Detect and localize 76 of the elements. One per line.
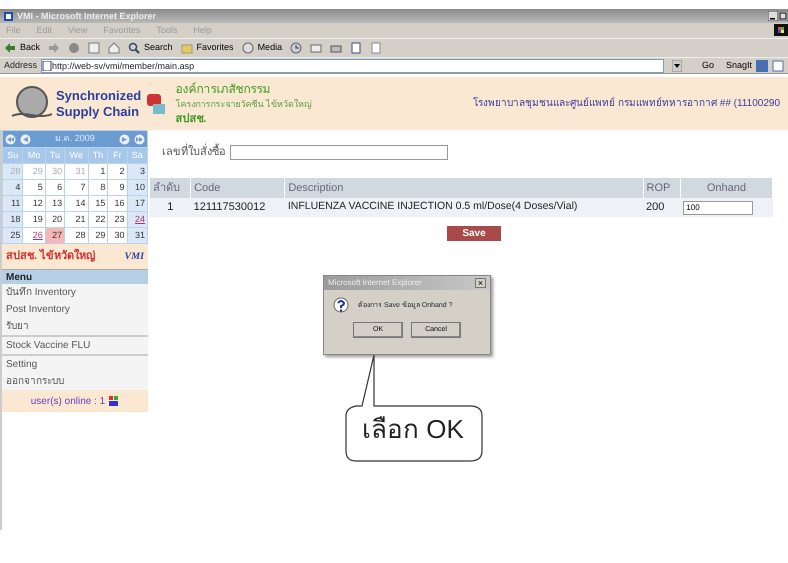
page-icon[interactable] — [370, 42, 382, 54]
table-cell: 1 — [150, 198, 191, 216]
question-icon — [332, 297, 350, 315]
maximize-button[interactable] — [778, 11, 788, 21]
toolbar-button[interactable]: Back — [4, 41, 40, 55]
minimize-button[interactable] — [768, 11, 778, 21]
calendar-day[interactable]: 3 — [140, 166, 145, 176]
calendar-day[interactable]: 6 — [57, 182, 62, 192]
search-icon — [128, 42, 140, 54]
calendar-day[interactable]: 9 — [119, 182, 124, 192]
weekday-label: Mo — [28, 150, 40, 160]
page-icon — [42, 60, 52, 70]
menu-item[interactable]: รับยา — [2, 318, 148, 335]
sidebar-logo-text: สปสช. ไข้หวัดใหญ่ — [6, 248, 96, 264]
history-icon[interactable] — [290, 42, 302, 54]
column-header: Onhand — [680, 178, 772, 198]
calendar-day[interactable]: 2 — [119, 166, 124, 176]
first-page-icon[interactable] — [5, 134, 16, 144]
column-header: ลำดับ — [150, 178, 191, 198]
address-field[interactable]: http://web-sv/vmi/member/main.asp — [41, 58, 664, 72]
order-number-field[interactable] — [230, 144, 448, 160]
close-button[interactable]: × — [475, 278, 486, 288]
toolbar-button[interactable]: Media — [242, 41, 282, 55]
menu-item[interactable]: Stock Vaccine FLU — [2, 335, 148, 354]
home-icon[interactable] — [108, 42, 120, 54]
menu-item[interactable]: ออกจากระบบ — [2, 373, 148, 390]
next-icon[interactable] — [119, 134, 130, 144]
org-name: องค์การเภสัชกรรม — [175, 80, 272, 98]
menu-item[interactable]: บันทึก Inventory — [2, 284, 148, 301]
address-label: Address — [4, 58, 38, 72]
weekday-label: Tu — [50, 150, 60, 160]
users-online-text: user(s) online : 1 — [30, 394, 106, 408]
column-header: ROP — [643, 178, 680, 198]
callout-text: เลือก OK — [362, 413, 464, 445]
weekday-label: Fr — [113, 150, 122, 160]
previous-icon[interactable] — [20, 134, 31, 144]
menu-item[interactable]: Post Inventory — [2, 301, 148, 318]
weekday-label: Th — [92, 150, 104, 160]
dropdown-arrow-icon[interactable] — [672, 60, 682, 72]
weekday-label: We — [70, 150, 84, 160]
logo-text: Synchronized — [56, 88, 142, 104]
logo-mark: VMI — [124, 250, 144, 264]
project-name: โครงการกระจายวัคซีน ไข้หวัดใหญ่ — [175, 98, 312, 111]
save-button[interactable]: Save — [447, 226, 501, 240]
calendar-day[interactable]: 4 — [15, 182, 20, 192]
weekday-label: Sa — [132, 150, 143, 160]
back-arrow-icon — [4, 42, 16, 54]
snagit-button[interactable]: SnagIt — [726, 58, 752, 72]
table-cell: 200 — [643, 198, 680, 216]
hospital-name: โรงพยาบาลชุมชนและศูนย์แพทย์ กรมแพทย์ทหารอากาศ ## (11100290 — [473, 96, 780, 111]
toolbar-button[interactable]: Favorites — [180, 41, 234, 55]
menu-header: Menu — [2, 270, 148, 284]
column-header: Description — [284, 178, 643, 198]
agency-name: สปสช. — [175, 112, 208, 127]
dialog-title: Microsoft Internet Explorer — [328, 277, 422, 289]
table-cell: 121117530012 — [190, 198, 285, 216]
onhand-field[interactable]: 100 — [683, 200, 754, 214]
document-icon[interactable] — [350, 42, 362, 54]
table-cell: INFLUENZA VACCINE INJECTION 0.5 ml/Dose(4 Doses/Vial) — [284, 198, 643, 216]
app-icon — [4, 12, 13, 20]
calendar-day[interactable]: 8 — [100, 182, 106, 192]
last-page-icon[interactable] — [134, 134, 145, 144]
calendar-month: ม.ค. 2009 — [54, 132, 96, 146]
weekday-label: Su — [7, 150, 18, 160]
order-number-label: เลขที่ใบสั่งซื้อ — [162, 144, 226, 160]
windows-logo-icon — [774, 24, 788, 36]
calendar-day[interactable]: 5 — [38, 182, 43, 192]
column-header: Code — [190, 178, 285, 198]
go-button[interactable]: Go — [702, 58, 714, 72]
users-icon — [109, 396, 120, 406]
menu-item[interactable]: Setting — [2, 354, 148, 373]
calendar-day[interactable]: 7 — [80, 182, 86, 192]
calendar-day[interactable]: 1 — [100, 166, 106, 176]
window-title: VMI - Microsoft Internet Explorer — [17, 10, 156, 23]
logo-text: Supply Chain — [56, 104, 140, 120]
toolbar-button[interactable]: Search — [128, 41, 173, 55]
